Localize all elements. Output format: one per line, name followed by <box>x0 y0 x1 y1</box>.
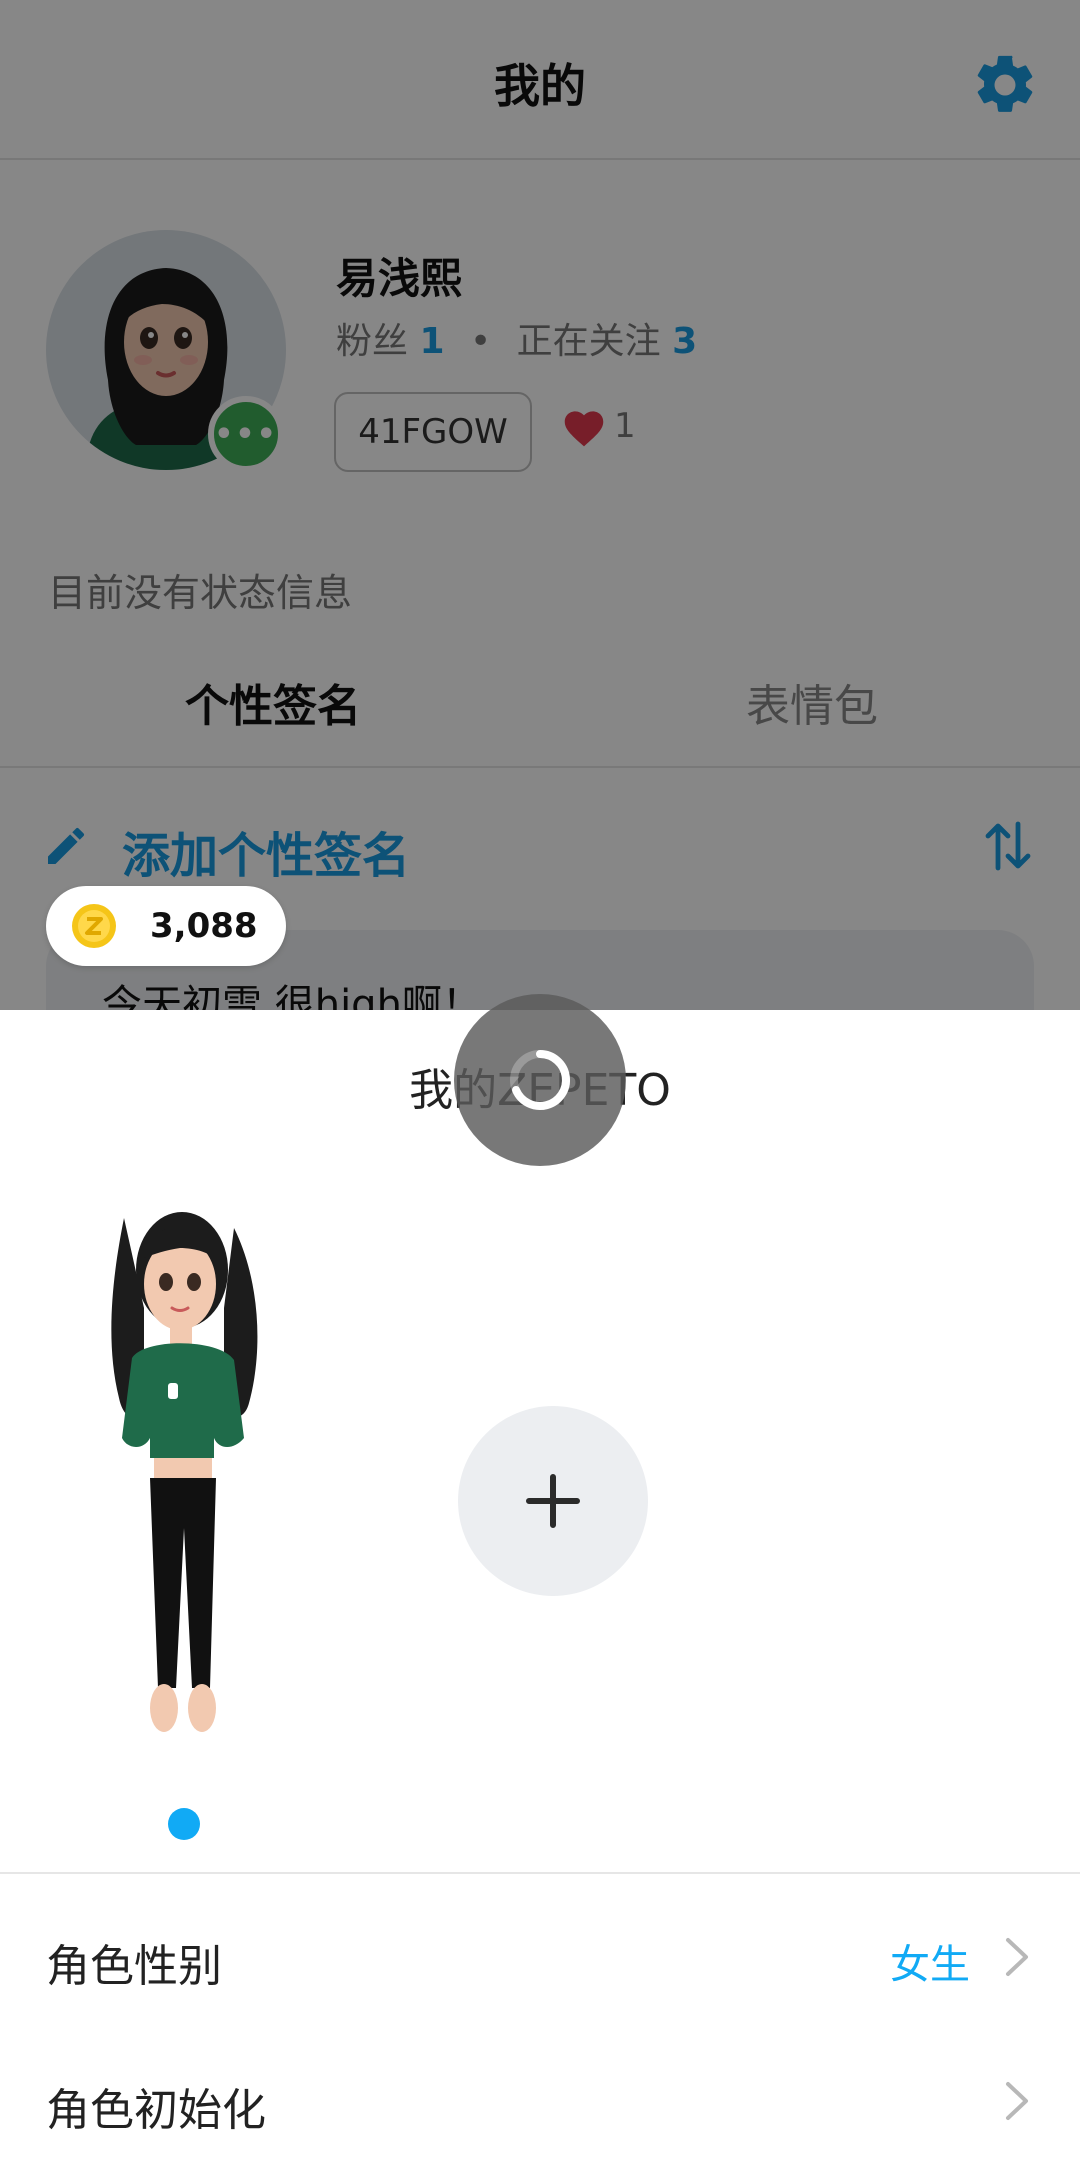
chevron-right-icon <box>1006 2082 1028 2120</box>
plus-icon <box>526 1474 580 1528</box>
reset-label: 角色初始化 <box>46 2085 266 2136</box>
coin-balance[interactable]: 3,088 <box>46 886 286 966</box>
gender-value: 女生 <box>890 1942 970 1988</box>
chevron-right-icon <box>1006 1938 1028 1976</box>
zem-coin-icon <box>72 904 116 948</box>
my-zepeto-sheet: 我的ZEPETO 角色性别 女生 角色初始化 <box>0 1010 1080 2160</box>
coin-value: 3,088 <box>150 906 258 946</box>
character-reset-row[interactable]: 角色初始化 <box>0 2030 1080 2160</box>
add-character-button[interactable] <box>458 1406 648 1596</box>
gender-label: 角色性别 <box>46 1941 222 1992</box>
page-indicator-dot <box>168 1808 200 1840</box>
divider <box>0 1872 1080 1874</box>
dim-overlay[interactable] <box>0 0 1080 1010</box>
character-preview[interactable] <box>84 1188 284 1768</box>
loading-spinner <box>454 994 626 1166</box>
character-gender-row[interactable]: 角色性别 女生 <box>0 1886 1080 2026</box>
spinner-icon <box>510 1050 570 1110</box>
